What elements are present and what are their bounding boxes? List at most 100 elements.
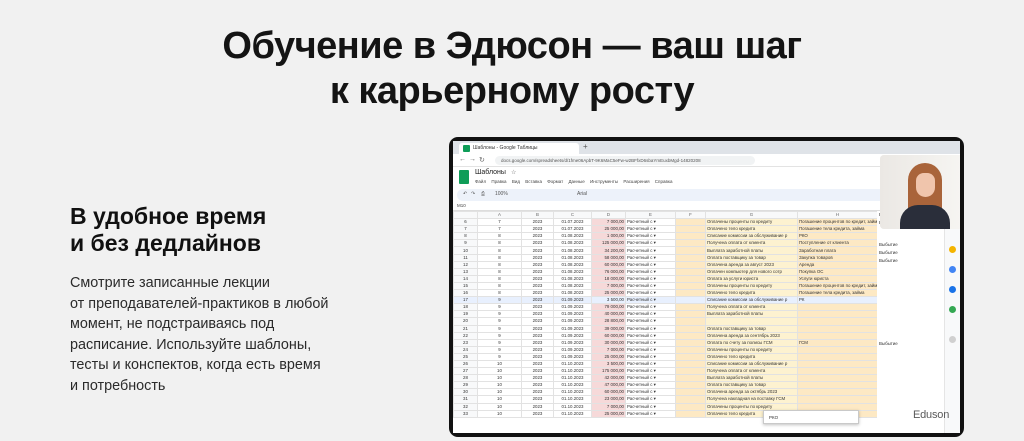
table-cell[interactable]: 2023: [521, 303, 554, 312]
table-cell[interactable]: [877, 317, 940, 325]
table-cell[interactable]: Получена оплата от клиента: [705, 367, 798, 376]
table-cell[interactable]: 9: [477, 324, 522, 333]
table-cell[interactable]: [675, 402, 706, 411]
table-cell[interactable]: 2023: [521, 239, 554, 248]
row-number[interactable]: 23: [453, 338, 478, 347]
table-cell[interactable]: [675, 367, 706, 376]
table-cell[interactable]: 01.08.2023: [553, 239, 592, 248]
table-cell[interactable]: Оплачено тело кредита: [705, 352, 798, 361]
table-cell[interactable]: [675, 225, 706, 234]
menu-item[interactable]: Формат: [547, 179, 563, 184]
table-row[interactable]: 20 9 2023 01.09.2023 28 800,00 Расчетный с ▾: [453, 317, 877, 326]
table-cell[interactable]: Выбытие: [877, 340, 940, 348]
table-cell[interactable]: 01.08.2023: [553, 289, 592, 298]
table-cell[interactable]: 79 000,00: [591, 303, 626, 312]
table-cell[interactable]: [675, 303, 706, 312]
table-cell[interactable]: Оплачены проценты по кредиту: [705, 345, 798, 354]
row-number[interactable]: 16: [453, 289, 478, 298]
table-cell[interactable]: 2023: [521, 281, 554, 291]
table-cell[interactable]: Расчетный с ▾: [625, 374, 676, 383]
table-cell[interactable]: 7: [477, 225, 522, 234]
table-cell[interactable]: [877, 310, 940, 318]
table-cell[interactable]: 01.09.2023: [553, 303, 592, 312]
table-cell[interactable]: [675, 374, 706, 383]
table-cell[interactable]: Списание комиссии за обслуживание р: [705, 359, 798, 369]
table-row[interactable]: 19 9 2023 01.09.2023 40 000,00 Расчетный с ▾ В…: [453, 310, 877, 319]
row-number[interactable]: 13: [453, 267, 478, 276]
table-cell[interactable]: Заработная плата: [797, 246, 877, 255]
row-number[interactable]: 10: [453, 246, 478, 255]
table-cell[interactable]: 8: [477, 246, 522, 255]
table-cell[interactable]: РК: [797, 296, 877, 305]
table-cell[interactable]: [675, 232, 706, 241]
table-cell[interactable]: 2023: [521, 296, 554, 305]
table-cell[interactable]: 2023: [521, 253, 554, 262]
table-cell[interactable]: Оплата поставщику за товар: [705, 253, 798, 262]
table-cell[interactable]: [797, 303, 877, 312]
table-cell[interactable]: 10: [477, 367, 522, 376]
row-number[interactable]: 19: [453, 310, 478, 319]
table-cell[interactable]: Получена накладная на поставку ГСМ: [705, 395, 798, 404]
table-cell[interactable]: 01.10.2023: [553, 381, 592, 390]
table-cell[interactable]: 58 000,00: [591, 253, 626, 262]
font-select[interactable]: Arial: [577, 191, 587, 197]
table-cell[interactable]: Расчетный с ▾: [625, 281, 676, 291]
table-cell[interactable]: Выбытие: [877, 257, 940, 265]
table-cell[interactable]: 01.10.2023: [553, 402, 592, 411]
table-cell[interactable]: 2023: [521, 338, 554, 347]
undo-icon[interactable]: ↶: [463, 191, 467, 197]
table-cell[interactable]: 2023: [521, 367, 554, 376]
table-cell[interactable]: [797, 367, 877, 376]
table-cell[interactable]: 125 000,00: [591, 239, 626, 248]
table-row[interactable]: 31 10 2023 01.10.2023 23 000,00 Расчетный с ▾…: [453, 395, 877, 404]
table-cell[interactable]: Оплачена аренда за октябрь 2023: [705, 388, 798, 397]
table-row[interactable]: 30 10 2023 01.10.2023 60 000,00 Расчетный с ▾…: [453, 388, 877, 397]
zoom-select[interactable]: 100%: [495, 191, 508, 197]
table-cell[interactable]: 42 000,00: [591, 374, 626, 383]
table-cell[interactable]: Расчетный с ▾: [625, 225, 676, 234]
table-cell[interactable]: [675, 310, 706, 319]
row-number[interactable]: 6: [453, 218, 478, 227]
table-cell[interactable]: 01.07.2023: [553, 225, 592, 234]
table-cell[interactable]: Расчетный с ▾: [625, 267, 676, 276]
table-row[interactable]: 12 8 2023 01.08.2023 60 000,00 Расчетный с ▾ О…: [453, 260, 877, 269]
table-cell[interactable]: 9: [477, 296, 522, 305]
table-cell[interactable]: Расчетный с ▾: [625, 274, 676, 283]
table-cell[interactable]: 7 000,00: [591, 345, 626, 354]
table-cell[interactable]: [675, 296, 706, 305]
table-cell[interactable]: 01.08.2023: [553, 267, 592, 276]
table-row[interactable]: 14 8 2023 01.08.2023 18 000,00 Расчетный с ▾ О…: [453, 274, 877, 283]
table-cell[interactable]: 8: [477, 281, 522, 291]
name-box[interactable]: M10: [457, 203, 466, 208]
table-row[interactable]: 25 9 2023 01.09.2023 25 000,00 Расчетный с ▾ О…: [453, 352, 877, 361]
table-cell[interactable]: 2023: [521, 289, 554, 298]
table-cell[interactable]: 9: [477, 303, 522, 312]
table-cell[interactable]: Выбытие: [877, 249, 940, 257]
table-cell[interactable]: 25 000,00: [591, 289, 626, 298]
table-row[interactable]: 9 8 2023 01.08.2023 125 000,00 Расчетный с ▾ П…: [453, 239, 877, 248]
table-cell[interactable]: Расчетный с ▾: [625, 395, 676, 404]
table-cell[interactable]: Расчетный с ▾: [625, 317, 676, 326]
row-number[interactable]: 29: [453, 381, 478, 390]
table-cell[interactable]: Оплачены проценты по кредиту: [705, 218, 798, 227]
table-row[interactable]: 29 10 2023 01.10.2023 47 000,00 Расчетный с ▾…: [453, 381, 877, 390]
table-cell[interactable]: Расчетный с ▾: [625, 289, 676, 298]
table-cell[interactable]: Расчетный с ▾: [625, 296, 676, 305]
row-number[interactable]: 7: [453, 225, 478, 234]
table-cell[interactable]: [675, 388, 706, 397]
table-cell[interactable]: 2023: [521, 381, 554, 390]
sheet-grid[interactable]: A B C D E F G H 6 7 2023 01.07.2023 7 000,00…: [453, 211, 877, 433]
table-cell[interactable]: 23 000,00: [591, 395, 626, 404]
table-cell[interactable]: [797, 324, 877, 333]
table-cell[interactable]: 7 000,00: [591, 281, 626, 291]
table-cell[interactable]: Оплачен компьютер для нового сотр: [705, 267, 798, 276]
table-cell[interactable]: 10: [477, 395, 522, 404]
table-cell[interactable]: 01.09.2023: [553, 310, 592, 319]
table-row[interactable]: 7 7 2023 01.07.2023 25 000,00 Расчетный с ▾ Оп…: [453, 225, 877, 234]
table-cell[interactable]: Расчетный с ▾: [625, 345, 676, 354]
table-cell[interactable]: Расчетный с ▾: [625, 232, 676, 241]
table-cell[interactable]: 25 000,00: [591, 352, 626, 361]
table-cell[interactable]: 9: [477, 338, 522, 347]
table-cell[interactable]: [797, 310, 877, 319]
row-number[interactable]: 28: [453, 374, 478, 383]
